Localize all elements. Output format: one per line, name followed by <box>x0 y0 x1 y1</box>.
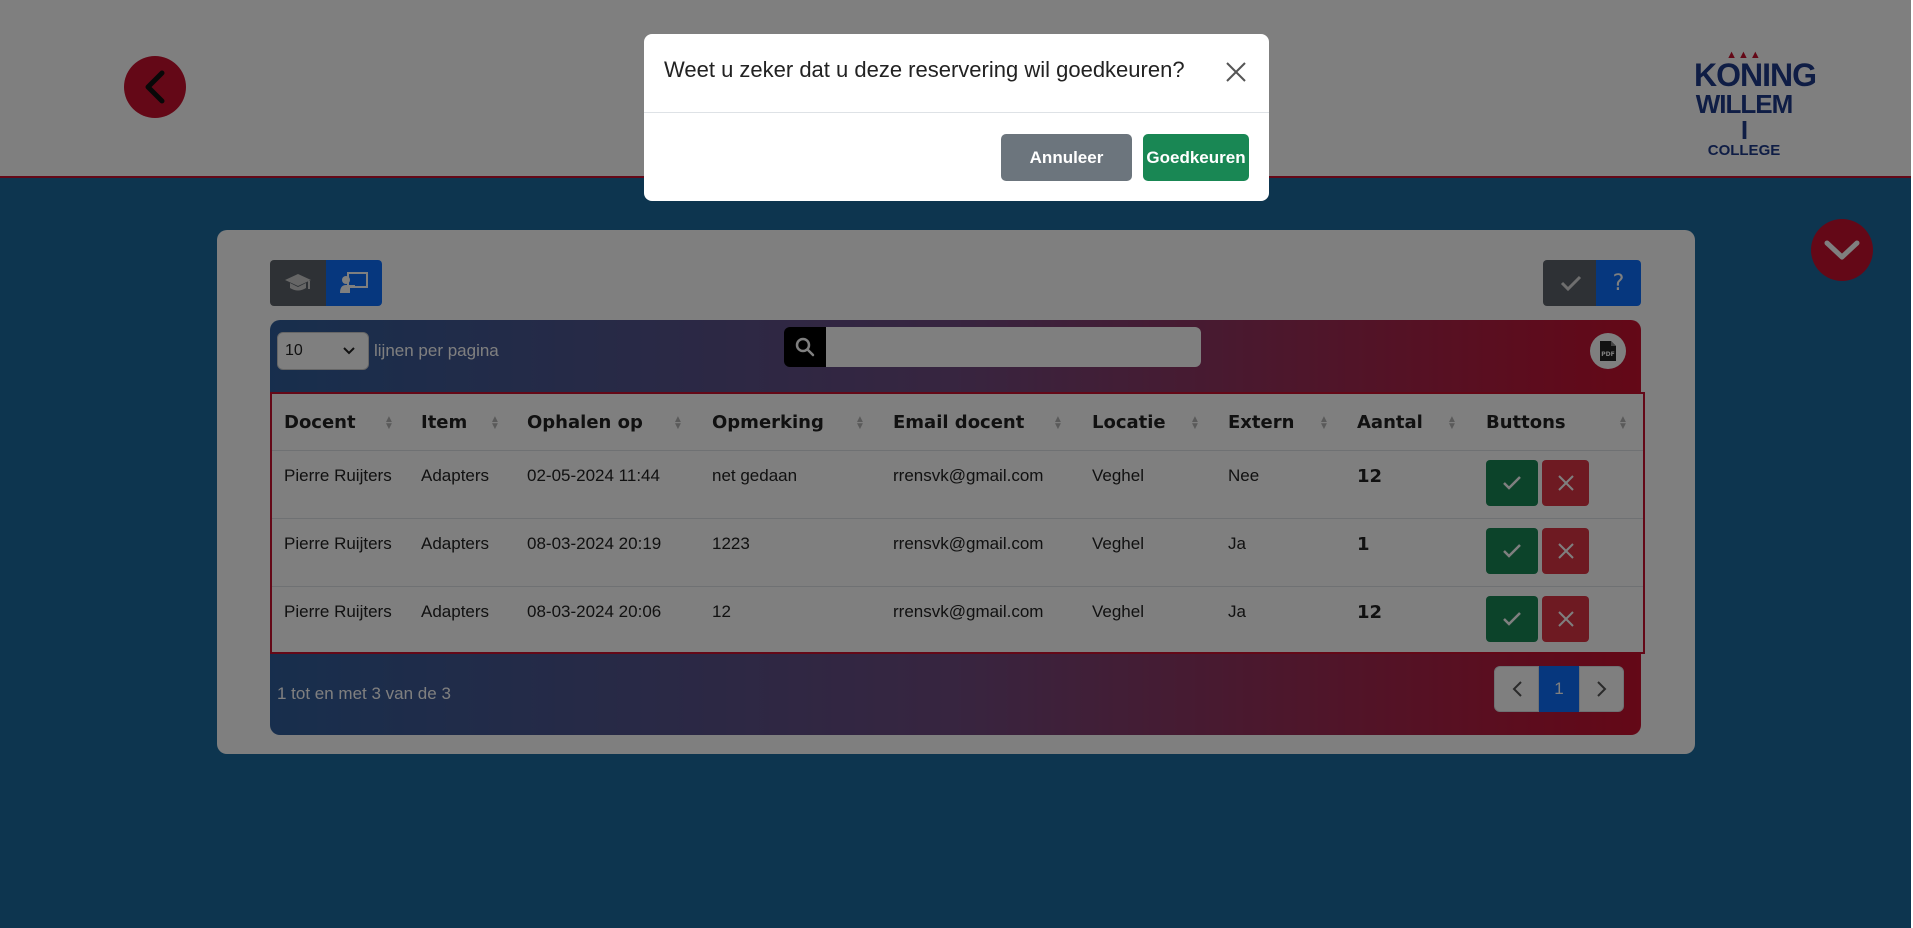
confirm-approve-modal: Weet u zeker dat u deze reservering wil … <box>644 34 1269 201</box>
close-icon <box>1226 62 1246 82</box>
confirm-approve-button[interactable]: Goedkeuren <box>1143 134 1249 181</box>
page: Reserveringen goedkeuring ▲▲▲ KONING WIL… <box>0 0 1911 928</box>
modal-divider <box>644 112 1269 113</box>
modal-close-button[interactable] <box>1224 60 1248 84</box>
cancel-button[interactable]: Annuleer <box>1001 134 1132 181</box>
modal-title: Weet u zeker dat u deze reservering wil … <box>664 57 1185 82</box>
